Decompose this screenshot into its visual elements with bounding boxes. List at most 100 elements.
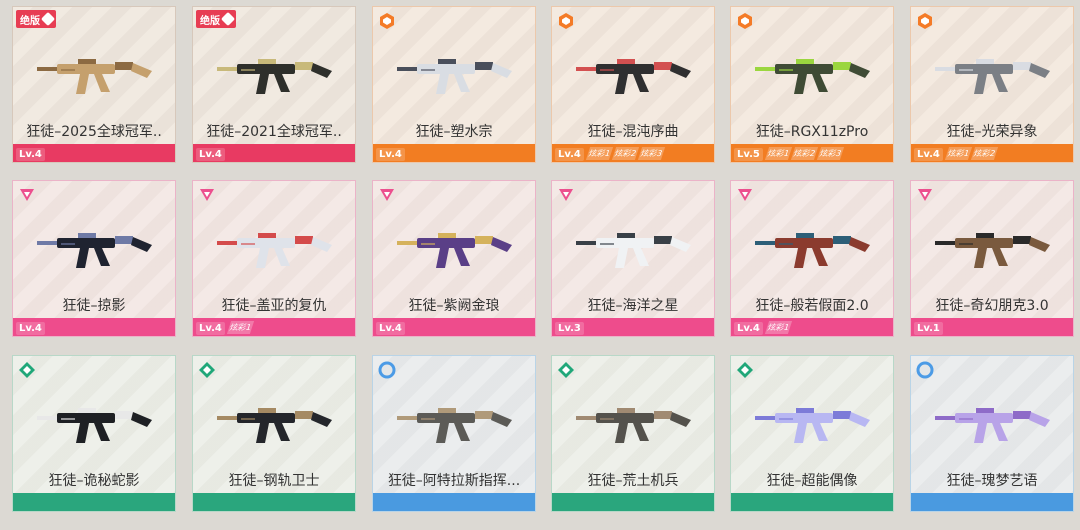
skin-card[interactable]: 狂徒–掠影 Lv.4 [12, 180, 176, 337]
weapon-image [570, 43, 698, 101]
rifle-icon [37, 408, 152, 443]
weapon-image [391, 392, 519, 450]
level-label: Lv.4 [16, 148, 45, 161]
skin-card[interactable]: 狂徒–紫阙金琅 Lv.4 [372, 180, 536, 337]
weapon-image [570, 217, 698, 275]
skin-card[interactable]: 狂徒–奇幻朋克3.0 Lv.1 [910, 180, 1074, 337]
card-footer [731, 493, 893, 511]
rifle-icon [576, 59, 691, 94]
skin-card[interactable]: 狂徒–光荣异象 Lv.4 炫彩1 炫彩2 [910, 6, 1074, 163]
ring-icon [378, 361, 396, 379]
diamond-icon [198, 361, 216, 379]
skin-name: 狂徒–诡秘蛇影 [48, 473, 140, 489]
rifle-icon [217, 59, 332, 94]
level-label: Lv.4 [734, 322, 763, 335]
rifle-icon [37, 233, 152, 268]
variant-tag: 炫彩1 [764, 147, 793, 160]
card-footer [911, 493, 1073, 511]
skin-card[interactable]: 狂徒–塑水宗 Lv.4 [372, 6, 536, 163]
skin-card[interactable]: 绝版 狂徒–2025全球冠军.. Lv.4 [12, 6, 176, 163]
shield-icon [736, 12, 754, 30]
weapon-image [570, 392, 698, 450]
weapon-image [749, 217, 877, 275]
rifle-icon [397, 59, 512, 94]
rifle-icon [935, 408, 1050, 443]
level-label: Lv.4 [196, 322, 225, 335]
variant-tag: 炫彩1 [585, 147, 614, 160]
triangle-icon [557, 186, 575, 204]
variant-tag: 炫彩1 [226, 321, 255, 334]
variant-tag: 炫彩3 [637, 147, 666, 160]
shield-icon [378, 12, 396, 30]
weapon-image [211, 217, 339, 275]
rifle-icon [576, 233, 691, 268]
rifle-icon [397, 408, 512, 443]
skin-card[interactable]: 绝版 狂徒–2021全球冠军.. Lv.4 [192, 6, 356, 163]
rifle-icon [755, 408, 870, 443]
skin-card[interactable]: 狂徒–阿特拉斯指挥... [372, 355, 536, 512]
shield-icon [916, 12, 934, 30]
skin-name: 狂徒–瑰梦艺语 [946, 473, 1038, 489]
rifle-icon [217, 233, 332, 268]
triangle-icon [18, 186, 36, 204]
weapon-image [31, 43, 159, 101]
limited-badge: 绝版 [196, 10, 236, 28]
weapon-image [749, 392, 877, 450]
skin-card[interactable]: 狂徒–钢轨卫士 [192, 355, 356, 512]
hexagon-badge-icon [220, 11, 236, 27]
skin-name: 狂徒–混沌序曲 [587, 124, 679, 140]
limited-label: 绝版 [200, 15, 220, 27]
limited-badge: 绝版 [16, 10, 56, 28]
skin-name: 狂徒–奇幻朋克3.0 [935, 298, 1049, 314]
shield-icon [557, 12, 575, 30]
skin-name: 狂徒–盖亚的复仇 [221, 298, 327, 314]
skin-card[interactable]: 狂徒–盖亚的复仇 Lv.4 炫彩1 [192, 180, 356, 337]
level-label: Lv.5 [734, 148, 763, 161]
weapon-image [211, 392, 339, 450]
diamond-icon [557, 361, 575, 379]
rifle-icon [935, 233, 1050, 268]
variant-tag: 炫彩2 [611, 147, 640, 160]
level-label: Lv.4 [376, 148, 405, 161]
skin-name: 狂徒–紫阙金琅 [408, 298, 500, 314]
skin-card[interactable]: 狂徒–荒土机兵 [551, 355, 715, 512]
level-label: Lv.4 [555, 148, 584, 161]
ring-icon [916, 361, 934, 379]
skin-name: 狂徒–掠影 [62, 298, 126, 314]
skin-name: 狂徒–2021全球冠军.. [206, 124, 342, 140]
weapon-image [391, 43, 519, 101]
weapon-image [211, 43, 339, 101]
weapon-image [31, 217, 159, 275]
skin-name: 狂徒–般若假面2.0 [755, 298, 869, 314]
skin-name: 狂徒–超能偶像 [766, 473, 858, 489]
weapon-image [31, 392, 159, 450]
skin-card[interactable]: 狂徒–瑰梦艺语 [910, 355, 1074, 512]
level-label: Lv.4 [376, 322, 405, 335]
skin-name: 狂徒–塑水宗 [415, 124, 493, 140]
skin-card[interactable]: 狂徒–诡秘蛇影 [12, 355, 176, 512]
diamond-icon [18, 361, 36, 379]
diamond-icon [736, 361, 754, 379]
variant-tag: 炫彩3 [816, 147, 845, 160]
skin-name: 狂徒–光荣异象 [946, 124, 1038, 140]
triangle-icon [916, 186, 934, 204]
card-footer [552, 493, 714, 511]
triangle-icon [378, 186, 396, 204]
level-label: Lv.4 [196, 148, 225, 161]
triangle-icon [736, 186, 754, 204]
skin-grid: 绝版 狂徒–2025全球冠军.. Lv.4 绝版 狂徒–2021全球冠军.. Lv.4… [0, 0, 1080, 530]
level-label: Lv.4 [16, 322, 45, 335]
skin-name: 狂徒–海洋之星 [587, 298, 679, 314]
skin-name: 狂徒–钢轨卫士 [228, 473, 320, 489]
limited-label: 绝版 [20, 15, 40, 27]
skin-card[interactable]: 狂徒–海洋之星 Lv.3 [551, 180, 715, 337]
level-label: Lv.4 [914, 148, 943, 161]
weapon-image [929, 217, 1057, 275]
skin-card[interactable]: 狂徒–超能偶像 [730, 355, 894, 512]
rifle-icon [755, 233, 870, 268]
skin-card[interactable]: 狂徒–混沌序曲 Lv.4 炫彩1 炫彩2 炫彩3 [551, 6, 715, 163]
weapon-image [929, 43, 1057, 101]
skin-card[interactable]: 狂徒–RGX11zPro Lv.5 炫彩1 炫彩2 炫彩3 [730, 6, 894, 163]
rifle-icon [37, 59, 152, 94]
skin-card[interactable]: 狂徒–般若假面2.0 Lv.4 炫彩1 [730, 180, 894, 337]
